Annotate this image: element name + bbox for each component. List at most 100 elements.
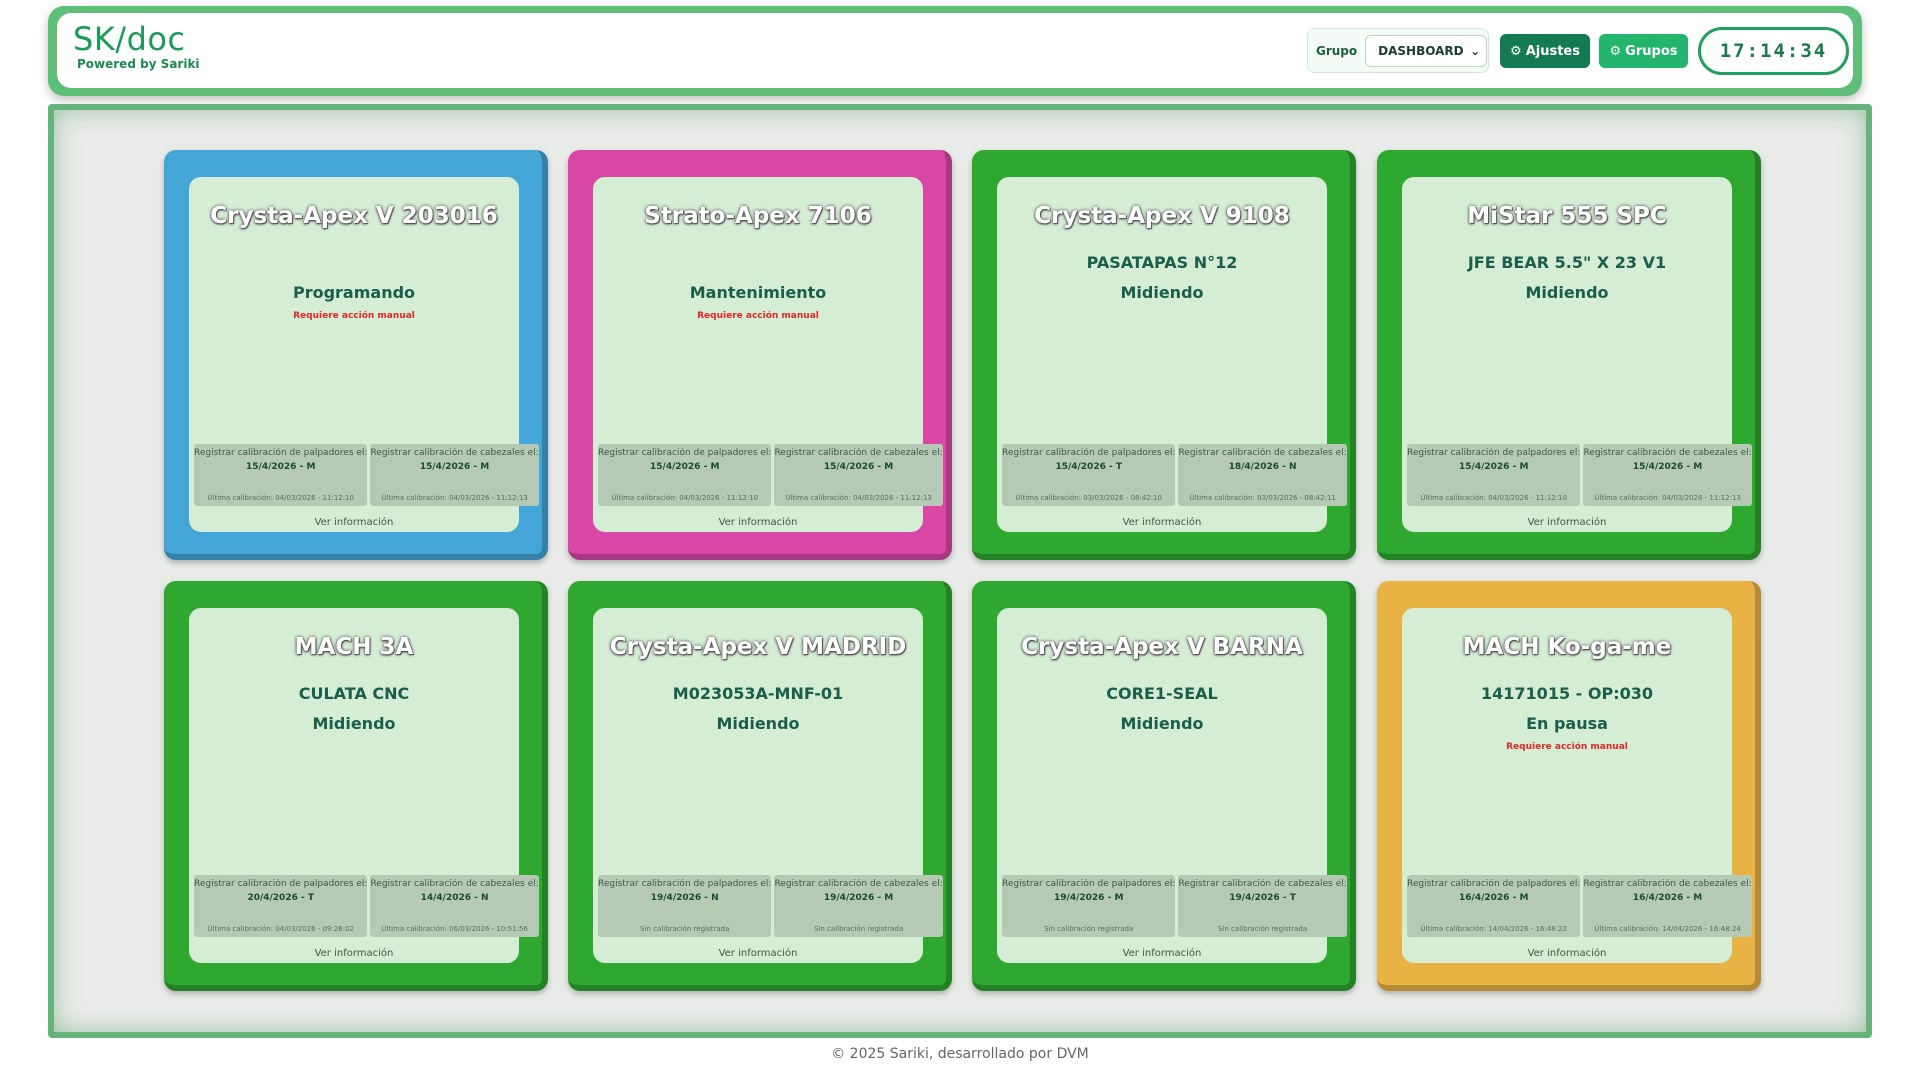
ajustes-button[interactable]: ⚙ Ajustes xyxy=(1500,34,1590,68)
head-last-calibration: Última calibración: 03/03/2026 - 08:42:1… xyxy=(1189,494,1336,502)
calibration-row: Registrar calibración de palpadores el: … xyxy=(1002,444,1347,506)
clock: 17:14:34 xyxy=(1698,27,1849,75)
head-calibration: Registrar calibración de cabezales el: 1… xyxy=(774,875,943,937)
ver-informacion-link[interactable]: Ver información xyxy=(593,517,923,528)
ver-informacion-link[interactable]: Ver información xyxy=(997,517,1327,528)
ver-informacion-link[interactable]: Ver información xyxy=(1402,948,1732,959)
machine-name: Strato-Apex 7106 xyxy=(644,203,872,229)
footer: © 2025 Sariki, desarrollado por DVM xyxy=(831,1046,1089,1062)
machine-part: JFE BEAR 5.5" X 23 V1 xyxy=(1467,253,1667,272)
probe-calibration: Registrar calibración de palpadores el: … xyxy=(598,444,772,506)
machine-part: 14171015 - OP:030 xyxy=(1481,684,1653,703)
head-last-calibration: Última calibración: 04/03/2026 - 11:12:1… xyxy=(381,494,528,502)
machine-status: Midiendo xyxy=(1120,714,1204,733)
machine-name: MACH 3A xyxy=(294,634,414,660)
chevron-down-icon: ⌄ xyxy=(1470,43,1481,58)
ver-informacion-link[interactable]: Ver información xyxy=(189,948,519,959)
calibration-row: Registrar calibración de palpadores el: … xyxy=(1407,444,1752,506)
probe-calibration-date: 15/4/2026 - M xyxy=(1459,462,1529,472)
head-calibration: Registrar calibración de cabezales el: 1… xyxy=(370,444,539,506)
grupos-button[interactable]: ⚙ Grupos xyxy=(1599,34,1688,68)
head-calibration-date: 15/4/2026 - M xyxy=(1632,462,1703,472)
probe-calibration: Registrar calibración de palpadores el: … xyxy=(194,875,368,937)
head-calibration-date: 15/4/2026 - M xyxy=(419,462,490,472)
probe-calibration: Registrar calibración de palpadores el: … xyxy=(1002,444,1176,506)
header-bar: SK/doc Powered by Sariki Grupo DASHBOARD… xyxy=(48,6,1862,96)
machine-card-body: Crysta-Apex V BARNA CORE1-SEAL Midiendo … xyxy=(997,608,1347,963)
probe-calibration-date: 19/4/2026 - M xyxy=(1054,893,1124,903)
ver-informacion-link[interactable]: Ver información xyxy=(189,517,519,528)
ver-informacion-link[interactable]: Ver información xyxy=(1402,517,1732,528)
machine-card[interactable]: Crysta-Apex V 203016 Programando Requier… xyxy=(164,150,548,560)
head-calibration-date: 15/4/2026 - M xyxy=(823,462,894,472)
probe-last-calibration: Última calibración: 04/03/2026 - 11:12:1… xyxy=(611,494,759,502)
machine-name: MiStar 555 SPC xyxy=(1467,203,1667,229)
machine-card[interactable]: MACH 3A CULATA CNC Midiendo Registrar ca… xyxy=(164,581,548,991)
head-last-calibration: Sin calibración registrada xyxy=(1218,925,1308,933)
probe-calibration-date: 15/4/2026 - T xyxy=(1055,462,1122,472)
head-calibration-label: Registrar calibración de cabezales el: xyxy=(1178,448,1347,458)
probe-calibration-label: Registrar calibración de palpadores el: xyxy=(194,879,368,889)
machine-alert: Requiere acción manual xyxy=(697,311,819,321)
head-calibration: Registrar calibración de cabezales el: 1… xyxy=(1583,444,1752,506)
machine-card[interactable]: Strato-Apex 7106 Mantenimiento Requiere … xyxy=(568,150,952,560)
group-selector: Grupo DASHBOARD ⌄ xyxy=(1307,28,1489,73)
probe-calibration: Registrar calibración de palpadores el: … xyxy=(1407,444,1581,506)
machine-card-body: Crysta-Apex V MADRID M023053A-MNF-01 Mid… xyxy=(593,608,943,963)
head-last-calibration: Última calibración: 06/03/2026 - 10:51:5… xyxy=(381,925,528,933)
gear-icon: ⚙ xyxy=(1609,43,1622,59)
machine-card[interactable]: MACH Ko-ga-me 14171015 - OP:030 En pausa… xyxy=(1377,581,1761,991)
machine-card-body: MACH Ko-ga-me 14171015 - OP:030 En pausa… xyxy=(1402,608,1752,963)
app-subtitle: Powered by Sariki xyxy=(77,57,200,71)
head-calibration-label: Registrar calibración de cabezales el: xyxy=(774,448,943,458)
machine-status: Programando xyxy=(292,283,416,302)
probe-last-calibration: Última calibración: 04/03/2026 - 09:26:0… xyxy=(207,925,355,933)
gear-icon: ⚙ xyxy=(1510,43,1522,59)
machine-name: Crysta-Apex V 203016 xyxy=(210,203,498,229)
calibration-row: Registrar calibración de palpadores el: … xyxy=(194,875,539,937)
machine-part: M023053A-MNF-01 xyxy=(672,684,844,703)
dashboard-panel: Crysta-Apex V 203016 Programando Requier… xyxy=(48,104,1872,1038)
probe-last-calibration: Sin calibración registrada xyxy=(640,925,730,933)
machine-status: En pausa xyxy=(1526,714,1608,733)
calibration-row: Registrar calibración de palpadores el: … xyxy=(598,875,943,937)
machine-status: Midiendo xyxy=(716,714,800,733)
probe-calibration-label: Registrar calibración de palpadores el: xyxy=(598,879,772,889)
probe-calibration-label: Registrar calibración de palpadores el: xyxy=(194,448,368,458)
brand: SK/doc Powered by Sariki xyxy=(73,19,200,71)
machine-card-body: MiStar 555 SPC JFE BEAR 5.5" X 23 V1 Mid… xyxy=(1402,177,1752,532)
machine-card[interactable]: Crysta-Apex V 9108 PASATAPAS N°12 Midien… xyxy=(972,150,1356,560)
machine-alert: Requiere acción manual xyxy=(293,311,415,321)
probe-calibration: Registrar calibración de palpadores el: … xyxy=(1002,875,1176,937)
group-select[interactable]: DASHBOARD ⌄ xyxy=(1365,34,1488,67)
probe-calibration: Registrar calibración de palpadores el: … xyxy=(194,444,368,506)
machine-part: CORE1-SEAL xyxy=(1106,684,1218,703)
machine-status: Midiendo xyxy=(312,714,396,733)
machine-card[interactable]: MiStar 555 SPC JFE BEAR 5.5" X 23 V1 Mid… xyxy=(1377,150,1761,560)
machine-card[interactable]: Crysta-Apex V BARNA CORE1-SEAL Midiendo … xyxy=(972,581,1356,991)
calibration-row: Registrar calibración de palpadores el: … xyxy=(1002,875,1347,937)
machine-card-body: Crysta-Apex V 203016 Programando Requier… xyxy=(189,177,539,532)
head-calibration: Registrar calibración de cabezales el: 1… xyxy=(1178,875,1347,937)
probe-calibration-label: Registrar calibración de palpadores el: xyxy=(1407,448,1581,458)
machine-card-body: MACH 3A CULATA CNC Midiendo Registrar ca… xyxy=(189,608,539,963)
head-calibration-label: Registrar calibración de cabezales el: xyxy=(370,879,539,889)
probe-calibration: Registrar calibración de palpadores el: … xyxy=(1407,875,1581,937)
ajustes-button-label: Ajustes xyxy=(1525,43,1580,59)
machine-card[interactable]: Crysta-Apex V MADRID M023053A-MNF-01 Mid… xyxy=(568,581,952,991)
head-last-calibration: Última calibración: 04/03/2026 - 11:12:1… xyxy=(785,494,932,502)
head-calibration-date: 16/4/2026 - M xyxy=(1632,893,1703,903)
ver-informacion-link[interactable]: Ver información xyxy=(997,948,1327,959)
calibration-row: Registrar calibración de palpadores el: … xyxy=(1407,875,1752,937)
calibration-row: Registrar calibración de palpadores el: … xyxy=(598,444,943,506)
app-title: SK/doc xyxy=(73,20,186,58)
ver-informacion-link[interactable]: Ver información xyxy=(593,948,923,959)
probe-calibration-label: Registrar calibración de palpadores el: xyxy=(598,448,772,458)
machine-status: Mantenimiento xyxy=(689,283,827,302)
head-calibration: Registrar calibración de cabezales el: 1… xyxy=(1583,875,1752,937)
probe-calibration-label: Registrar calibración de palpadores el: xyxy=(1407,879,1581,889)
probe-calibration: Registrar calibración de palpadores el: … xyxy=(598,875,772,937)
machine-part: CULATA CNC xyxy=(298,684,410,703)
head-calibration: Registrar calibración de cabezales el: 1… xyxy=(1178,444,1347,506)
group-select-value: DASHBOARD xyxy=(1378,43,1464,58)
